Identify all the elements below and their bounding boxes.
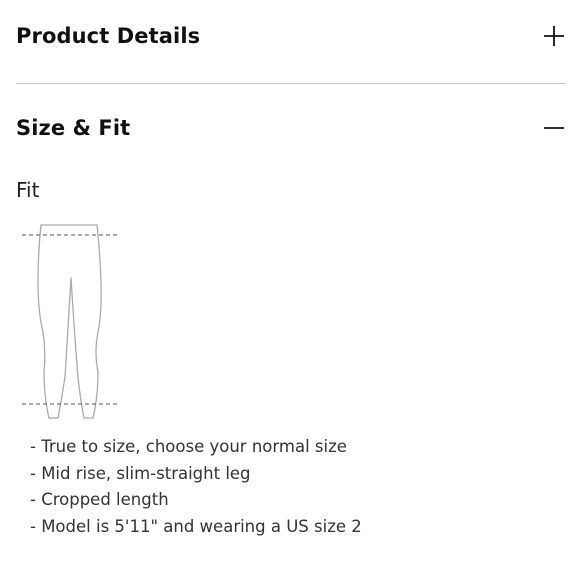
leggings-fit-diagram-icon [22, 224, 120, 419]
list-item: - Model is 5'11" and wearing a US size 2 [30, 516, 362, 536]
size-fit-title: Size & Fit [16, 116, 131, 140]
list-item: - Mid rise, slim-straight leg [30, 463, 251, 483]
plus-icon[interactable] [542, 24, 566, 48]
product-details-header[interactable]: Product Details [16, 22, 566, 50]
list-item: - True to size, choose your normal size [30, 437, 347, 456]
minus-icon[interactable] [542, 116, 566, 140]
size-fit-header[interactable]: Size & Fit [16, 114, 566, 142]
list-item: - Cropped length [30, 490, 169, 509]
fit-details-list: - True to size, choose your normal size … [30, 434, 362, 540]
section-divider [16, 83, 566, 84]
product-details-title: Product Details [16, 24, 201, 48]
fit-subtitle: Fit [16, 178, 40, 202]
